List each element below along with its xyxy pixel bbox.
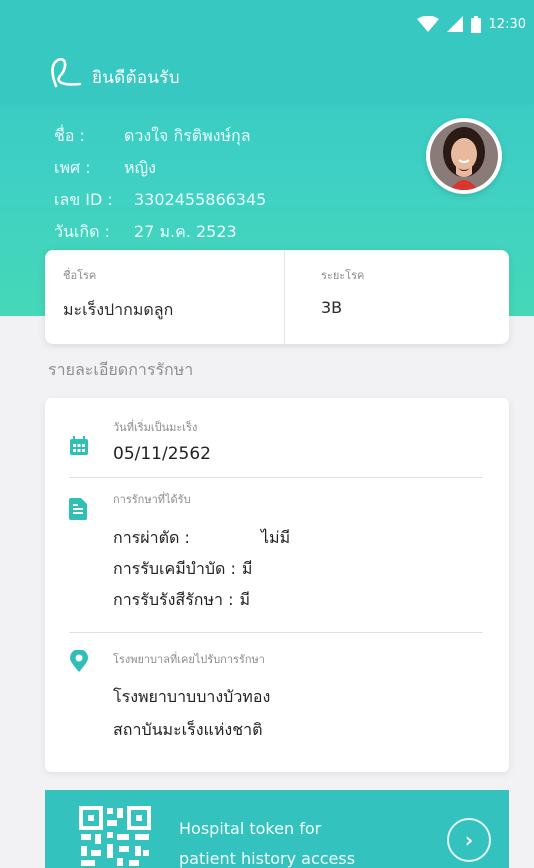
start-date-label: วันที่เริ่มเป็นมะเร็ง <box>113 421 198 434</box>
token-line-2: patient history access <box>179 849 356 868</box>
qr-code-icon <box>77 804 155 868</box>
calendar-icon <box>69 436 89 458</box>
status-bar: 12:30 <box>416 12 526 36</box>
treatment-details-card: วันที่เริ่มเป็นมะเร็ง 05/11/2562 การรักษ… <box>45 398 509 772</box>
treatment-row: การรับรังสีรักษา : มี <box>113 584 290 615</box>
document-icon <box>69 498 89 520</box>
treatment-row: การรับเคมีบำบัด : มี <box>113 553 290 584</box>
id-value: 3302455866345 <box>134 190 267 209</box>
patient-name-row: ชื่อ : ดวงใจ กิรติพงษ์กุล <box>54 120 266 152</box>
battery-icon <box>470 15 481 33</box>
token-line-1: Hospital token for <box>179 819 322 838</box>
treatment-row-label: การผ่าตัด : <box>113 528 190 547</box>
hospital-label: โรงพยาบาลที่เคยไปรับการรักษา <box>113 653 265 666</box>
divider <box>69 632 483 633</box>
treatment-label: การรักษาที่ได้รับ <box>113 493 191 506</box>
disease-stage-cell: ระยะโรค 3B <box>285 250 364 344</box>
disease-stage-value: 3B <box>321 298 343 317</box>
patient-dob-row: วันเกิด : 27 ม.ค. 2523 <box>54 216 266 248</box>
treatment-text: การรักษาที่ได้รับ การผ่าตัด : ไม่มี การร… <box>113 490 290 615</box>
patient-info: ชื่อ : ดวงใจ กิรติพงษ์กุล เพศ : หญิง เลข… <box>54 120 266 248</box>
treatment-row: การผ่าตัด : ไม่มี <box>113 522 290 553</box>
chevron-right-icon[interactable]: › <box>447 818 491 862</box>
name-value: ดวงใจ กิรติพงษ์กุล <box>124 126 251 145</box>
disease-name-cell: ชื่อโรค มะเร็งปากมดลูก <box>45 250 285 344</box>
divider <box>69 477 483 478</box>
location-pin-icon <box>69 649 89 672</box>
hospital-list: โรงพยาบาบบางบัวทอง สถาบันมะเร็งแห่งชาติ <box>113 680 270 746</box>
name-label: ชื่อ : <box>54 126 85 145</box>
gender-label: เพศ : <box>54 158 91 177</box>
treatment-row-label: การรับเคมีบำบัด : <box>113 559 236 578</box>
patient-gender-row: เพศ : หญิง <box>54 152 266 184</box>
disease-stage-label: ระยะโรค <box>321 269 365 282</box>
dob-value: 27 ม.ค. 2523 <box>134 222 237 241</box>
status-time: 12:30 <box>488 16 526 32</box>
disease-name-label: ชื่อโรค <box>63 269 97 282</box>
id-label: เลข ID : <box>54 190 113 209</box>
treatment-row-value: ไม่มี <box>261 528 291 547</box>
start-date-text: วันที่เริ่มเป็นมะเร็ง 05/11/2562 <box>113 418 211 464</box>
avatar-photo <box>430 122 498 190</box>
hospital-name: โรงพยาบาบบางบัวทอง <box>113 687 271 706</box>
treatment-row-label: การรับรังสีรักษา : <box>113 590 234 609</box>
section-title: รายละเอียดการรักษา <box>48 360 194 379</box>
start-date-value: 05/11/2562 <box>113 444 211 464</box>
treatment-list: การผ่าตัด : ไม่มี การรับเคมีบำบัด : มี ก… <box>113 522 290 615</box>
welcome-title: ยินดีต้อนรับ <box>92 68 180 88</box>
disease-name-value: มะเร็งปากมดลูก <box>63 300 174 319</box>
hospital-token-button[interactable]: Hospital token for patient history acces… <box>45 790 509 868</box>
gender-value: หญิง <box>124 158 156 177</box>
cell-signal-icon <box>446 16 463 32</box>
treatment-row-value: มี <box>239 590 251 609</box>
dob-label: วันเกิด : <box>54 222 110 241</box>
avatar[interactable] <box>426 118 502 194</box>
token-text: Hospital token for patient history acces… <box>179 814 355 868</box>
disease-card: ชื่อโรค มะเร็งปากมดลูก ระยะโรค 3B <box>45 250 509 344</box>
wifi-icon <box>416 16 439 32</box>
hospital-text: โรงพยาบาลที่เคยไปรับการรักษา โรงพยาบาบบา… <box>113 650 270 746</box>
patient-id-row: เลข ID : 3302455866345 <box>54 184 266 216</box>
treatment-row-value: มี <box>241 559 253 578</box>
ribbon-icon <box>46 56 82 88</box>
hospital-name: สถาบันมะเร็งแห่งชาติ <box>113 720 263 739</box>
